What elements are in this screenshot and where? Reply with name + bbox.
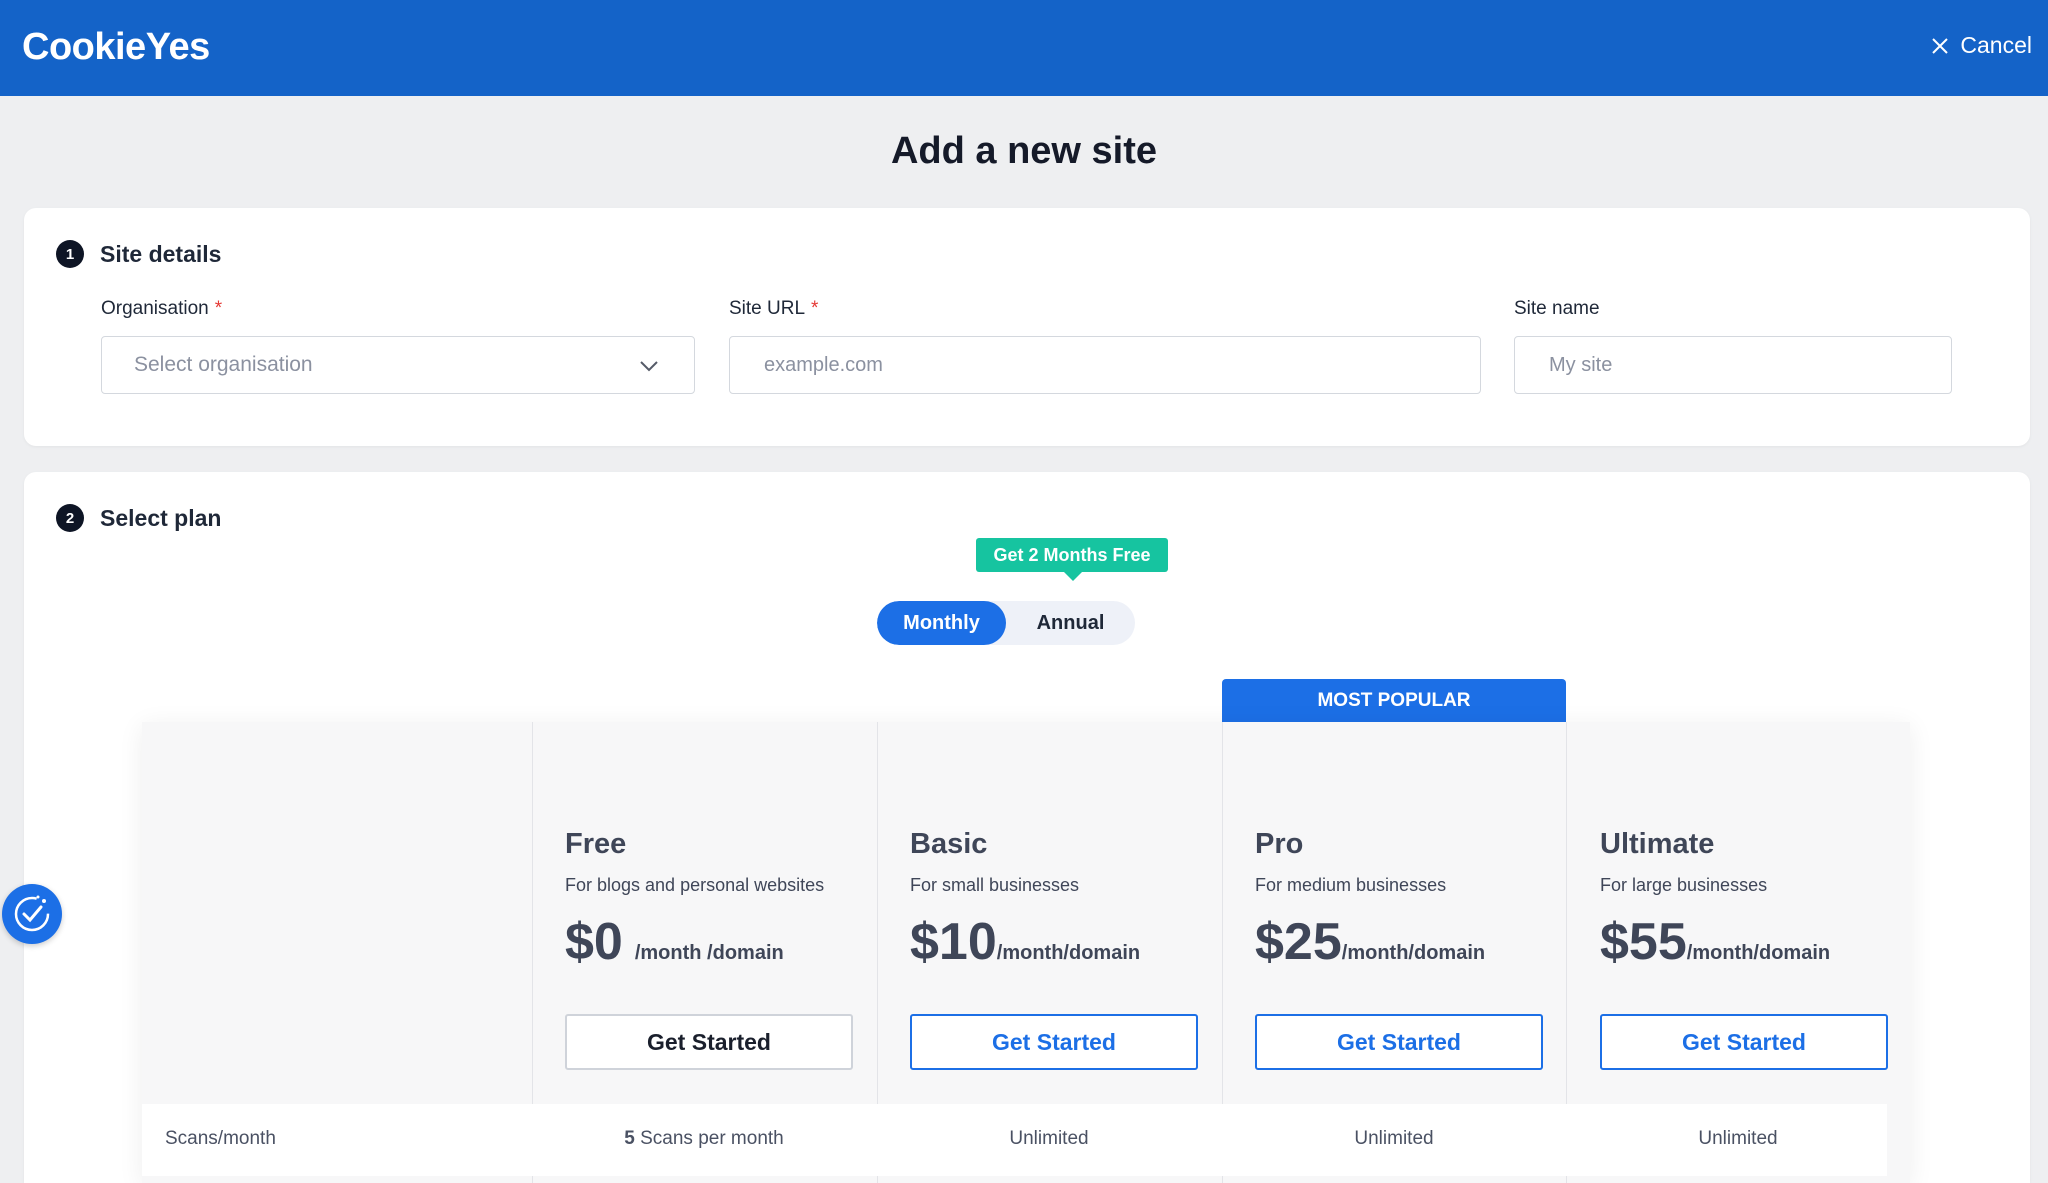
organisation-select[interactable]: Select organisation	[101, 336, 695, 394]
price-period: /month /domain	[634, 942, 784, 964]
plan-description: For medium businesses	[1255, 875, 1447, 895]
site-url-input[interactable]	[762, 352, 1480, 378]
plan-name: Pro	[1255, 828, 1304, 860]
select-plan-heading: 2 Select plan	[56, 504, 221, 532]
billing-toggle[interactable]: Monthly Annual	[877, 601, 1135, 645]
site-url-label: Site URL *	[729, 298, 818, 320]
step-number-2: 2	[56, 504, 84, 532]
plan-price: $55 /month/domain	[1600, 912, 1900, 972]
billing-option-monthly[interactable]: Monthly	[877, 601, 1006, 645]
organisation-label-text: Organisation	[101, 298, 209, 319]
site-name-label-text: Site name	[1514, 298, 1600, 319]
site-name-field[interactable]	[1514, 336, 1952, 394]
consent-check-icon	[14, 895, 50, 932]
site-details-heading: 1 Site details	[56, 240, 221, 268]
feature-label: Scans/month	[165, 1128, 276, 1149]
consent-widget-button[interactable]	[2, 884, 62, 944]
feature-row-scans: Scans/month 5 Scans per month Unlimited …	[142, 1104, 1887, 1176]
plan-ultimate: Ultimate For large businesses $55 /month…	[1600, 828, 1900, 972]
cookieyes-logo[interactable]: CookieYes	[22, 26, 210, 69]
promo-badge: Get 2 Months Free	[976, 538, 1168, 581]
plan-description: For blogs and personal websites	[565, 875, 825, 895]
plans-table: Free For blogs and personal websites $0 …	[142, 722, 1910, 1183]
chevron-down-icon	[640, 361, 658, 372]
organisation-label: Organisation *	[101, 298, 222, 320]
plan-description: For small businesses	[910, 875, 1080, 895]
price-period: /month/domain	[996, 942, 1141, 964]
close-icon	[1932, 37, 1949, 54]
plan-name: Free	[565, 828, 627, 860]
plan-free: Free For blogs and personal websites $0 …	[565, 828, 865, 972]
price-period: /month/domain	[1341, 942, 1486, 964]
scans-count: 5	[624, 1128, 635, 1149]
feature-cell: 5 Scans per month	[532, 1128, 876, 1150]
price-amount: $0	[565, 913, 623, 971]
get-started-ultimate-button[interactable]: Get Started	[1600, 1014, 1888, 1070]
site-details-card: 1 Site details Organisation * Select orga…	[24, 208, 2030, 446]
cancel-label: Cancel	[1960, 32, 2032, 58]
plan-name: Ultimate	[1600, 828, 1715, 860]
price-amount: $25	[1255, 913, 1342, 971]
plan-price: $0 /month /domain	[565, 912, 865, 972]
plan-price: $25 /month/domain	[1255, 912, 1555, 972]
price-amount: $10	[910, 913, 997, 971]
feature-cell: Unlimited	[1009, 1128, 1089, 1149]
site-url-field[interactable]	[729, 336, 1481, 394]
plan-price: $10 /month/domain	[910, 912, 1210, 972]
top-bar: CookieYes Cancel	[0, 0, 2048, 96]
plan-basic: Basic For small businesses $10 /month/do…	[910, 828, 1210, 972]
step-number-1: 1	[56, 240, 84, 268]
feature-cell: Unlimited	[1354, 1128, 1434, 1149]
required-mark: *	[811, 298, 819, 319]
get-started-free-button[interactable]: Get Started	[565, 1014, 853, 1070]
site-name-label: Site name	[1514, 298, 1600, 320]
billing-option-annual[interactable]: Annual	[1006, 601, 1135, 645]
scans-text: Scans per month	[634, 1128, 784, 1149]
organisation-placeholder: Select organisation	[134, 353, 313, 376]
site-details-title: Site details	[100, 240, 222, 267]
feature-cell: Unlimited	[1698, 1128, 1778, 1149]
get-started-basic-button[interactable]: Get Started	[910, 1014, 1198, 1070]
get-started-pro-button[interactable]: Get Started	[1255, 1014, 1543, 1070]
plan-name: Basic	[910, 828, 988, 860]
site-name-input[interactable]	[1547, 352, 1951, 378]
price-period: /month/domain	[1686, 942, 1831, 964]
plan-description: For large businesses	[1600, 875, 1768, 895]
required-mark: *	[214, 298, 223, 319]
price-amount: $55	[1600, 913, 1687, 971]
cancel-button[interactable]: Cancel	[1930, 32, 2032, 59]
site-url-label-text: Site URL	[729, 298, 806, 319]
most-popular-badge: MOST POPULAR	[1222, 679, 1566, 723]
plan-pro: Pro For medium businesses $25 /month/dom…	[1255, 828, 1555, 972]
page-title: Add a new site	[890, 130, 1158, 172]
select-plan-title: Select plan	[100, 504, 222, 531]
